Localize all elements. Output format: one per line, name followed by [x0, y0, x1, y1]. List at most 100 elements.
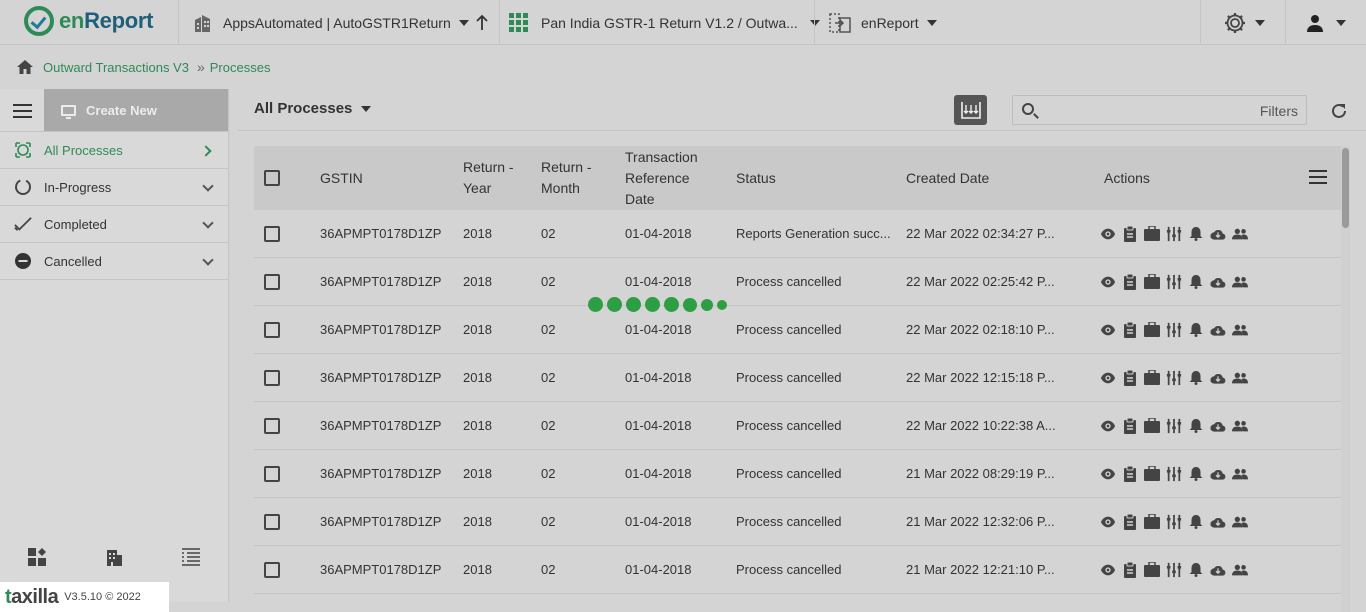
header-status[interactable]: Status: [736, 170, 906, 186]
eye-icon[interactable]: [1100, 562, 1116, 578]
enreport-logo[interactable]: enReport: [24, 6, 153, 36]
header-gstin[interactable]: GSTIN: [320, 170, 463, 186]
home-icon[interactable]: [16, 59, 34, 75]
bell-icon[interactable]: [1188, 274, 1204, 290]
table-row[interactable]: 36APMPT0178D1ZP 2018 02 01-04-2018 Reports G…: [254, 210, 1341, 258]
bulk-download-button[interactable]: [954, 95, 987, 125]
refresh-icon[interactable]: [1330, 102, 1348, 120]
search-input[interactable]: [1045, 100, 1245, 120]
columns-icon[interactable]: [1166, 370, 1182, 386]
bell-icon[interactable]: [1188, 466, 1204, 482]
dashboard-icon[interactable]: [27, 547, 49, 567]
users-icon[interactable]: [1232, 418, 1248, 434]
sidebar-item-all-processes[interactable]: All Processes: [0, 132, 228, 169]
sidebar-item-in-progress[interactable]: In-Progress: [0, 169, 228, 206]
column-menu-icon[interactable]: [1309, 170, 1327, 184]
bell-icon[interactable]: [1188, 514, 1204, 530]
header-created-date[interactable]: Created Date: [906, 170, 1100, 186]
search-box[interactable]: Filters: [1012, 95, 1307, 125]
header-return-year[interactable]: Return - Year: [463, 157, 541, 199]
eye-icon[interactable]: [1100, 370, 1116, 386]
eye-icon[interactable]: [1100, 274, 1116, 290]
briefcase-icon[interactable]: [1144, 514, 1160, 530]
users-icon[interactable]: [1232, 274, 1248, 290]
clipboard-icon[interactable]: [1122, 369, 1138, 386]
row-checkbox[interactable]: [264, 513, 280, 530]
bell-icon[interactable]: [1188, 418, 1204, 434]
bell-icon[interactable]: [1188, 226, 1204, 242]
eye-icon[interactable]: [1100, 466, 1116, 482]
row-checkbox[interactable]: [264, 321, 280, 338]
clipboard-icon[interactable]: [1122, 513, 1138, 530]
eye-icon[interactable]: [1100, 418, 1116, 434]
bell-icon[interactable]: [1188, 322, 1204, 338]
cloud-download-icon[interactable]: [1210, 226, 1226, 242]
row-checkbox[interactable]: [264, 225, 280, 242]
header-transaction-reference-date[interactable]: Transaction Reference Date: [625, 147, 736, 210]
table-row[interactable]: 36APMPT0178D1ZP 2018 02 01-04-2018 Process c…: [254, 546, 1341, 594]
clipboard-icon[interactable]: [1122, 225, 1138, 242]
bell-icon[interactable]: [1188, 562, 1204, 578]
sidebar-item-cancelled[interactable]: Cancelled: [0, 243, 228, 280]
settings-menu[interactable]: [1223, 0, 1265, 45]
row-checkbox[interactable]: [264, 561, 280, 578]
briefcase-icon[interactable]: [1144, 466, 1160, 482]
columns-icon[interactable]: [1166, 322, 1182, 338]
users-icon[interactable]: [1232, 562, 1248, 578]
columns-icon[interactable]: [1166, 418, 1182, 434]
company-icon[interactable]: [103, 547, 125, 567]
sidebar-item-completed[interactable]: Completed: [0, 206, 228, 243]
create-new-button[interactable]: Create New: [44, 89, 228, 131]
breadcrumb-outward-transactions[interactable]: Outward Transactions V3: [43, 60, 189, 75]
up-arrow-button[interactable]: [476, 0, 488, 45]
briefcase-icon[interactable]: [1144, 274, 1160, 290]
hamburger-menu-icon[interactable]: [0, 89, 44, 132]
columns-icon[interactable]: [1166, 514, 1182, 530]
org-selector[interactable]: AppsAutomated | AutoGSTR1Return: [193, 0, 469, 45]
users-icon[interactable]: [1232, 466, 1248, 482]
users-icon[interactable]: [1232, 370, 1248, 386]
cloud-download-icon[interactable]: [1210, 562, 1226, 578]
briefcase-icon[interactable]: [1144, 562, 1160, 578]
cloud-download-icon[interactable]: [1210, 322, 1226, 338]
clipboard-icon[interactable]: [1122, 321, 1138, 338]
table-row[interactable]: 36APMPT0178D1ZP 2018 02 01-04-2018 Process c…: [254, 450, 1341, 498]
eye-icon[interactable]: [1100, 322, 1116, 338]
columns-icon[interactable]: [1166, 466, 1182, 482]
columns-icon[interactable]: [1166, 274, 1182, 290]
row-checkbox[interactable]: [264, 273, 280, 290]
users-icon[interactable]: [1232, 514, 1248, 530]
briefcase-icon[interactable]: [1144, 370, 1160, 386]
breadcrumb-processes[interactable]: Processes: [210, 60, 271, 75]
table-row[interactable]: 36APMPT0178D1ZP 2018 02 01-04-2018 Process c…: [254, 354, 1341, 402]
select-all-checkbox[interactable]: [264, 170, 280, 186]
table-row[interactable]: 36APMPT0178D1ZP 2018 02 01-04-2018 Process c…: [254, 306, 1341, 354]
eye-icon[interactable]: [1100, 514, 1116, 530]
table-row[interactable]: 36APMPT0178D1ZP 2018 02 01-04-2018 Process c…: [254, 402, 1341, 450]
table-row[interactable]: 36APMPT0178D1ZP 2018 02 01-04-2018 Process c…: [254, 258, 1341, 306]
row-checkbox[interactable]: [264, 465, 280, 482]
module-selector[interactable]: enReport: [829, 0, 937, 45]
cloud-download-icon[interactable]: [1210, 466, 1226, 482]
users-icon[interactable]: [1232, 322, 1248, 338]
row-checkbox[interactable]: [264, 369, 280, 386]
eye-icon[interactable]: [1100, 226, 1116, 242]
briefcase-icon[interactable]: [1144, 322, 1160, 338]
workflow-selector[interactable]: Pan India GSTR-1 Return V1.2 / Outwa...: [509, 0, 820, 45]
cloud-download-icon[interactable]: [1210, 370, 1226, 386]
briefcase-icon[interactable]: [1144, 418, 1160, 434]
users-icon[interactable]: [1232, 226, 1248, 242]
cloud-download-icon[interactable]: [1210, 514, 1226, 530]
briefcase-icon[interactable]: [1144, 226, 1160, 242]
scrollbar-thumb[interactable]: [1342, 148, 1349, 228]
clipboard-icon[interactable]: [1122, 561, 1138, 578]
clipboard-icon[interactable]: [1122, 417, 1138, 434]
cloud-download-icon[interactable]: [1210, 274, 1226, 290]
table-row[interactable]: 36APMPT0178D1ZP 2018 02 01-04-2018 Process c…: [254, 498, 1341, 546]
process-filter-dropdown[interactable]: All Processes: [254, 100, 372, 117]
header-return-month[interactable]: Return - Month: [541, 157, 625, 199]
list-view-icon[interactable]: [180, 547, 202, 567]
columns-icon[interactable]: [1166, 226, 1182, 242]
clipboard-icon[interactable]: [1122, 273, 1138, 290]
clipboard-icon[interactable]: [1122, 465, 1138, 482]
